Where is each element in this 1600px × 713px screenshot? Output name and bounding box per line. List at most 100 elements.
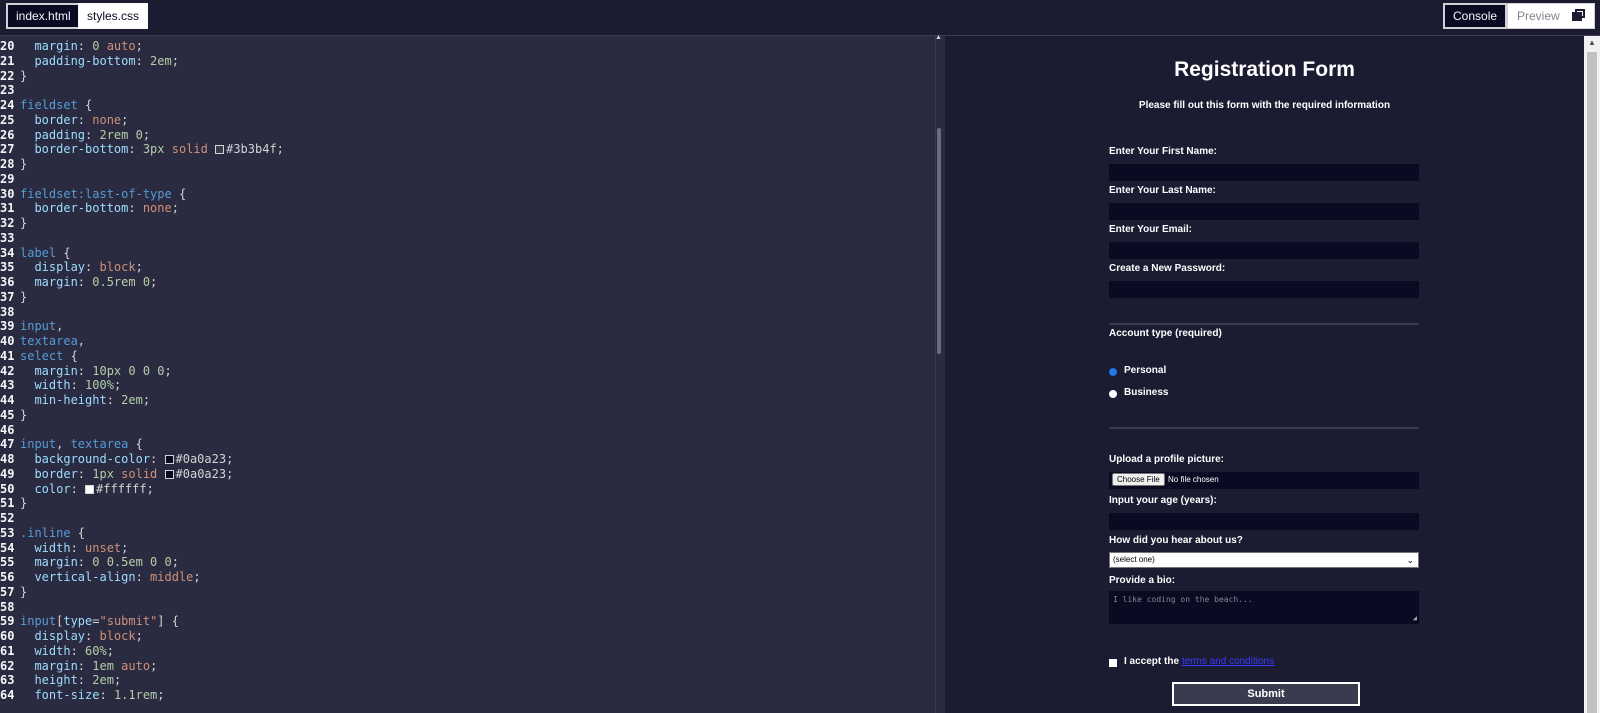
- code-line[interactable]: 57}: [0, 585, 27, 600]
- editor-scrollbar-thumb[interactable]: [937, 128, 941, 354]
- code-line[interactable]: 50 color: #ffffff;: [0, 482, 154, 497]
- code-line[interactable]: 43 width: 100%;: [0, 378, 121, 393]
- code-line[interactable]: 44 min-height: 2em;: [0, 393, 150, 408]
- line-number: 37: [0, 289, 15, 304]
- line-number: 38: [0, 304, 15, 319]
- line-number: 50: [0, 481, 15, 496]
- line-number: 39: [0, 319, 15, 334]
- code-editor[interactable]: 20 margin: 0 auto; 21 padding-bottom: 2em…: [0, 36, 935, 713]
- console-button[interactable]: Console: [1443, 3, 1508, 29]
- terms-checkbox[interactable]: [1109, 659, 1117, 667]
- code-line[interactable]: 59 input[type="submit"] {: [0, 614, 179, 629]
- code-line[interactable]: 37}: [0, 290, 27, 305]
- line-number: 41: [0, 348, 15, 363]
- code-line[interactable]: 47 input, textarea {: [0, 437, 143, 452]
- resize-grip-icon[interactable]: ◢: [1413, 614, 1417, 622]
- last-name-input[interactable]: [1109, 203, 1419, 220]
- code-line[interactable]: 42 margin: 10px 0 0 0;: [0, 364, 172, 379]
- referrer-select[interactable]: (select one) ⌄: [1109, 552, 1419, 568]
- code-line[interactable]: 56 vertical-align: middle;: [0, 570, 201, 585]
- tab-styles-css[interactable]: styles.css: [78, 3, 149, 29]
- first-name-input[interactable]: [1109, 164, 1419, 181]
- preview-button[interactable]: Preview: [1507, 3, 1595, 29]
- code-line[interactable]: 24 fieldset {: [0, 98, 92, 113]
- code-line[interactable]: 63 height: 2em;: [0, 673, 121, 688]
- code-text: fieldset {: [20, 98, 93, 112]
- code-line[interactable]: 41 select {: [0, 349, 78, 364]
- code-line[interactable]: 25 border: none;: [0, 113, 128, 128]
- bio-textarea[interactable]: I like coding on the beach... ◢: [1109, 591, 1419, 624]
- code-line[interactable]: 32}: [0, 216, 27, 231]
- code-text: padding-bottom: 2em;: [20, 53, 179, 68]
- line-number: 46: [0, 422, 15, 437]
- code-line[interactable]: 29: [0, 172, 20, 187]
- choose-file-button[interactable]: Choose File: [1112, 473, 1165, 486]
- color-swatch[interactable]: [215, 145, 225, 155]
- radio-personal[interactable]: [1109, 368, 1117, 376]
- line-number: 58: [0, 599, 15, 614]
- age-input[interactable]: [1109, 513, 1419, 530]
- code-line[interactable]: 46: [0, 423, 20, 438]
- code-line[interactable]: 35 display: block;: [0, 260, 143, 275]
- code-line[interactable]: 49 border: 1px solid #0a0a23;: [0, 467, 233, 482]
- code-line[interactable]: 26 padding: 2rem 0;: [0, 128, 150, 143]
- code-line[interactable]: 45}: [0, 408, 27, 423]
- code-line[interactable]: 38: [0, 305, 20, 320]
- preview-window-icon[interactable]: [1564, 4, 1594, 28]
- code-line[interactable]: 23: [0, 83, 20, 98]
- form-subtitle: Please fill out this form with the requi…: [1138, 100, 1391, 111]
- code-line[interactable]: 31 border-bottom: none;: [0, 201, 179, 216]
- color-swatch[interactable]: [164, 469, 174, 479]
- code-line[interactable]: 20 margin: 0 auto;: [0, 39, 143, 54]
- radio-business[interactable]: [1109, 390, 1117, 398]
- code-line[interactable]: 40 textarea,: [0, 334, 85, 349]
- code-line[interactable]: 36 margin: 0.5rem 0;: [0, 275, 157, 290]
- line-number: 34: [0, 245, 15, 260]
- code-line[interactable]: 55 margin: 0 0.5em 0 0;: [0, 555, 179, 570]
- line-number: 35: [0, 260, 15, 275]
- password-input[interactable]: [1109, 281, 1419, 298]
- code-line[interactable]: 48 background-color: #0a0a23;: [0, 452, 233, 467]
- code-line[interactable]: 61 width: 60%;: [0, 644, 114, 659]
- line-number: 40: [0, 334, 15, 348]
- line-number: 22: [0, 68, 15, 83]
- tab-index-html[interactable]: index.html: [6, 3, 81, 29]
- code-line[interactable]: 33: [0, 231, 20, 246]
- code-text: margin: 1em auto;: [20, 658, 158, 673]
- code-text: input, textarea {: [20, 437, 143, 452]
- code-line[interactable]: 30 fieldset:last-of-type {: [0, 187, 186, 202]
- color-swatch[interactable]: [85, 484, 95, 494]
- form-title: Registration Form: [1174, 58, 1355, 81]
- code-text: height: 2em;: [20, 673, 122, 688]
- code-line[interactable]: 64 font-size: 1.1rem;: [0, 688, 165, 703]
- code-line[interactable]: 34 label {: [0, 246, 71, 261]
- code-line[interactable]: 62 margin: 1em auto;: [0, 659, 157, 674]
- code-line[interactable]: 39 input,: [0, 319, 63, 334]
- submit-button[interactable]: Submit: [1172, 682, 1360, 706]
- code-line[interactable]: 28}: [0, 157, 27, 172]
- code-text: vertical-align: middle;: [20, 570, 201, 584]
- upload-label: Upload a profile picture:: [1109, 454, 1225, 465]
- color-swatch[interactable]: [164, 455, 174, 464]
- code-line[interactable]: 27 border-bottom: 3px solid #3b3b4f;: [0, 142, 284, 157]
- code-line[interactable]: 52: [0, 511, 20, 526]
- email-input[interactable]: [1109, 242, 1419, 259]
- code-line[interactable]: 53 .inline {: [0, 526, 85, 541]
- scroll-up-arrow-icon[interactable]: ▲: [935, 34, 942, 41]
- code-line[interactable]: 21 padding-bottom: 2em;: [0, 54, 179, 69]
- code-line[interactable]: 54 width: unset;: [0, 541, 128, 556]
- code-line[interactable]: 51}: [0, 496, 27, 511]
- code-text: display: block;: [20, 260, 143, 275]
- code-line[interactable]: 58: [0, 600, 20, 615]
- code-text: }: [20, 68, 28, 83]
- preview-scrollbar-thumb[interactable]: [1587, 52, 1597, 713]
- code-line[interactable]: 60 display: block;: [0, 629, 143, 644]
- radio-personal-label: Personal: [1124, 365, 1167, 376]
- code-text: width: 100%;: [20, 378, 122, 393]
- code-line[interactable]: 22}: [0, 69, 27, 84]
- preview-scroll-up-icon[interactable]: ▲: [1588, 38, 1596, 47]
- terms-link[interactable]: terms and conditions: [1182, 656, 1274, 667]
